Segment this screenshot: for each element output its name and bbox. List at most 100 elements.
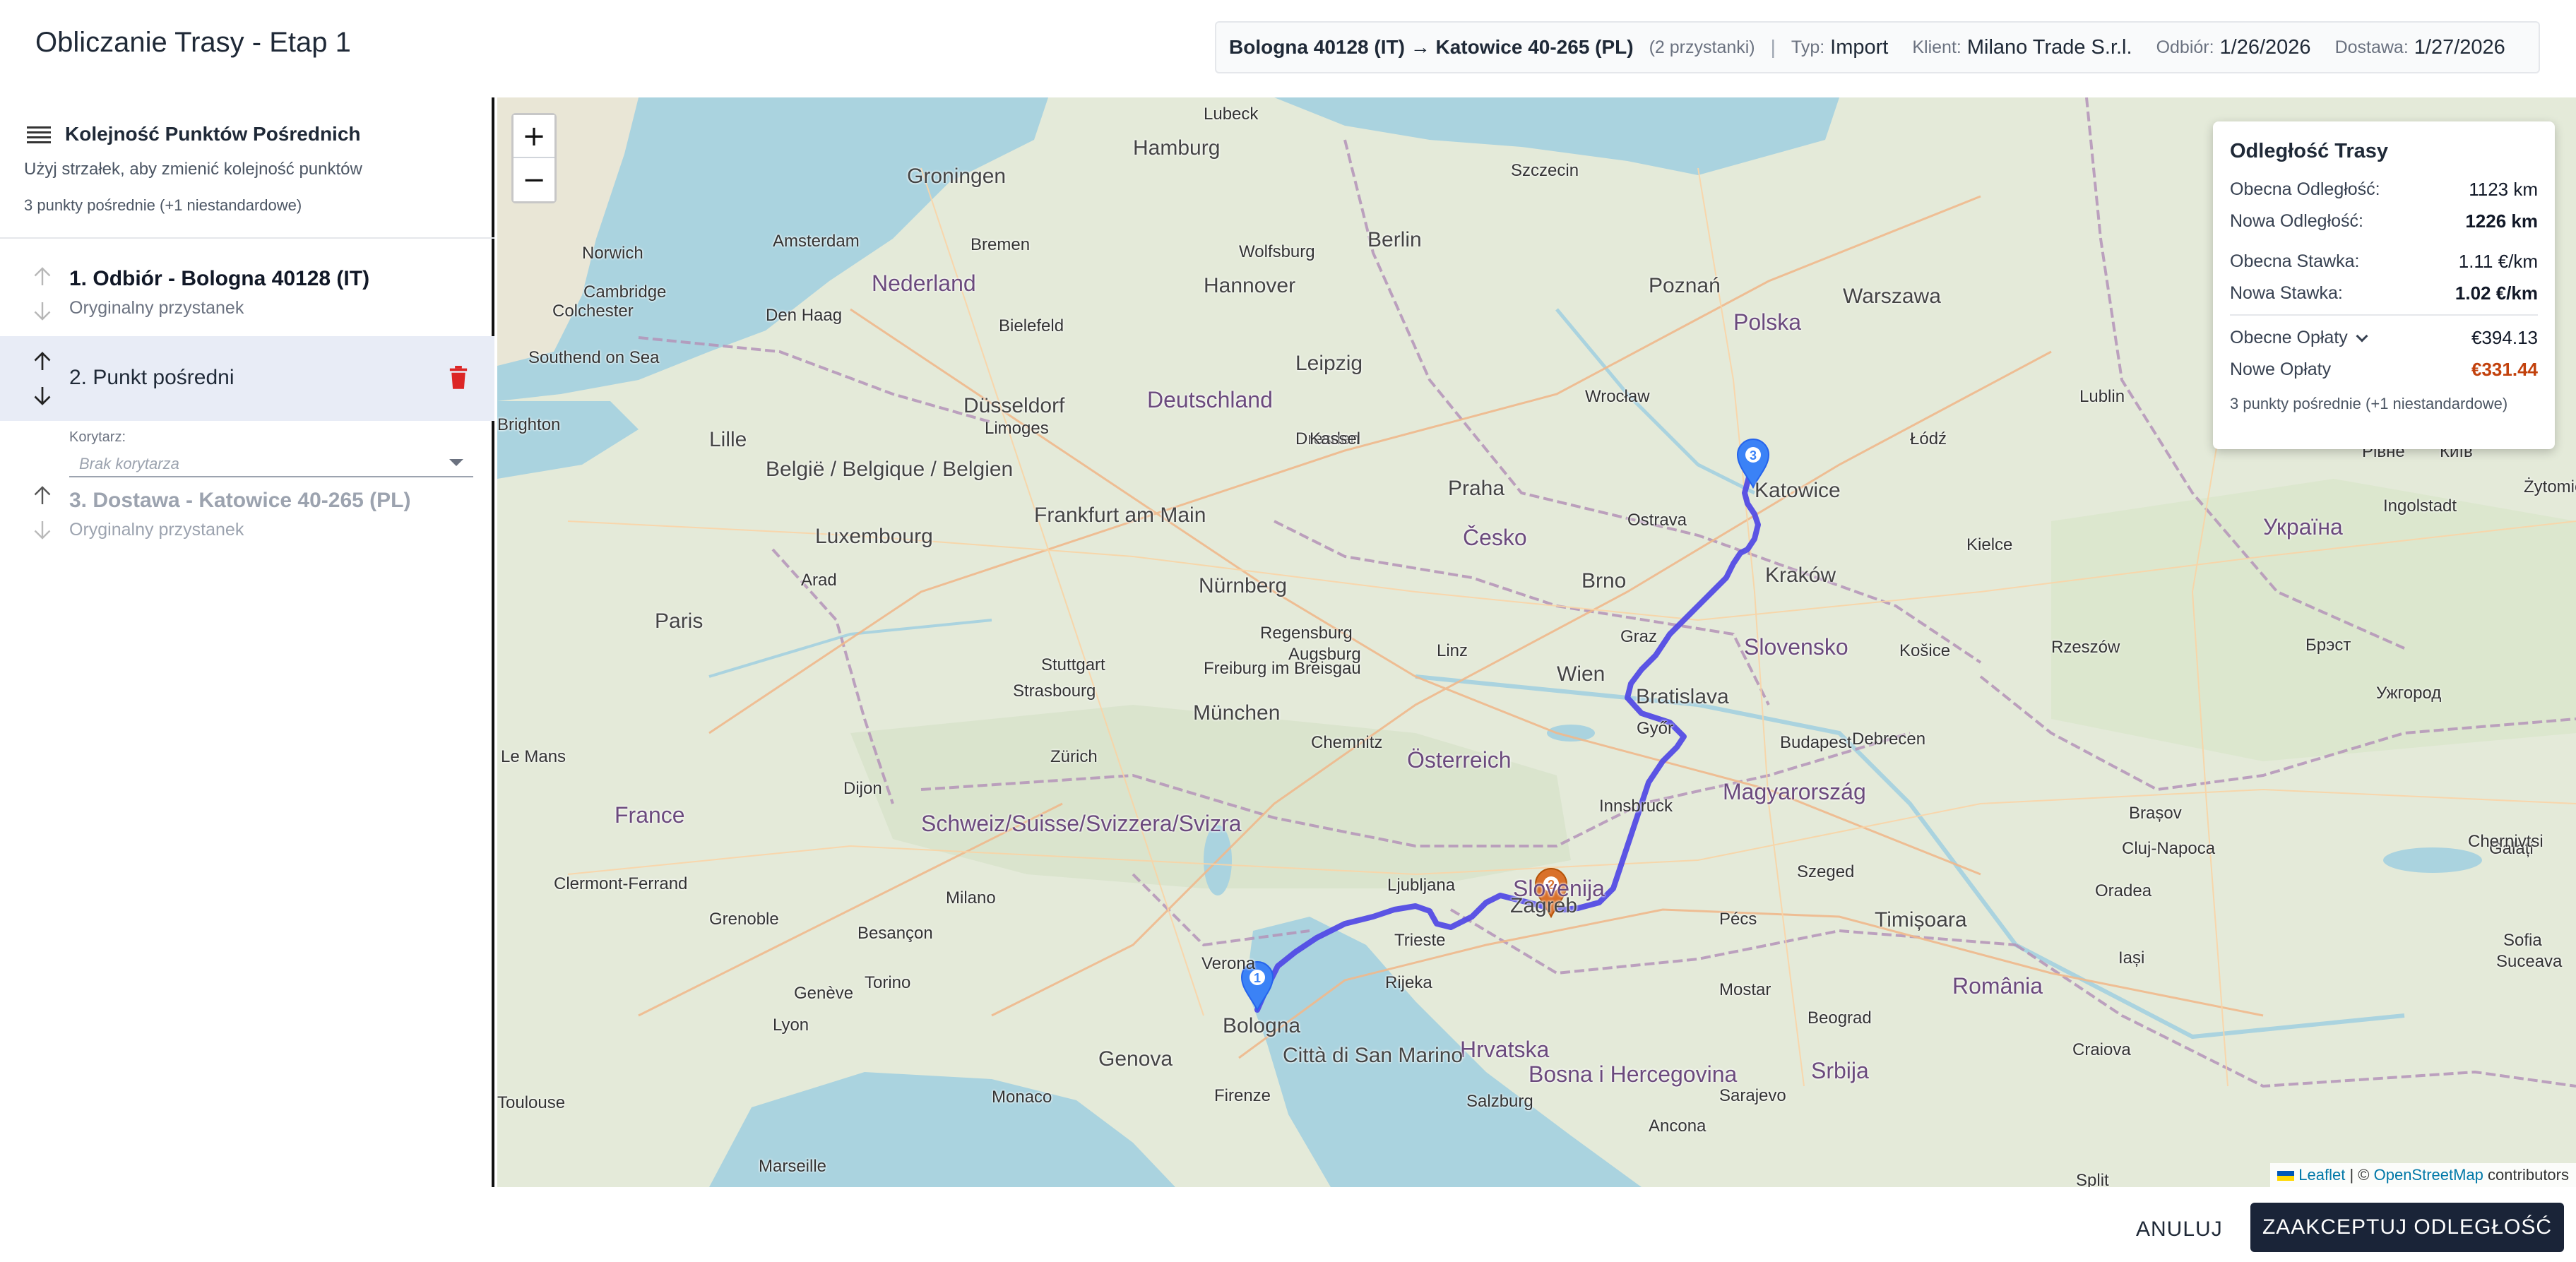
- map-place-label: Kielce: [1966, 535, 2013, 554]
- map-place-label: Timișoara: [1875, 908, 1967, 931]
- map-place-label: Berlin: [1367, 228, 1422, 251]
- move-up-button[interactable]: [30, 349, 55, 374]
- pickup-value: 1/26/2026: [2219, 35, 2311, 59]
- map-place-label: Żytomierz: [2524, 477, 2576, 496]
- zoom-out-button[interactable]: −: [514, 158, 554, 201]
- page-title: Obliczanie Trasy - Etap 1: [35, 27, 351, 58]
- map-place-label: Bosna i Hercegovina: [1529, 1061, 1738, 1087]
- zoom-in-button[interactable]: +: [514, 115, 554, 158]
- chevron-down-icon: [2356, 330, 2368, 343]
- map-place-label: Ostrava: [1627, 511, 1687, 530]
- move-up-button[interactable]: [30, 264, 55, 290]
- sidebar-header: Kolejność Punktów Pośrednich Użyj strzał…: [24, 123, 479, 215]
- map-place-label: Bremen: [971, 235, 1031, 254]
- map-place-label: Trieste: [1394, 931, 1446, 950]
- waypoint-item-3: 3. Dostawa - Katowice 40-265 (PL) Orygin…: [0, 458, 494, 552]
- waypoint-item-2[interactable]: 2. Punkt pośredni: [0, 336, 494, 421]
- waypoint-subtitle: Oryginalny przystanek: [69, 298, 244, 318]
- map-place-label: Split: [2076, 1171, 2109, 1187]
- map-place-label: München: [1193, 701, 1281, 725]
- map-place-label: Warszawa: [1843, 285, 1941, 308]
- map-place-label: Toulouse: [497, 1093, 566, 1112]
- arrow-down-icon: [34, 387, 51, 405]
- map-place-label: Dijon: [843, 779, 882, 798]
- move-down-button[interactable]: [30, 383, 55, 408]
- map-place-label: Brașov: [2129, 804, 2182, 823]
- new-distance-row: Nowa Odległość: 1226 km: [2230, 210, 2538, 232]
- map-place-label: Innsbruck: [1599, 797, 1673, 816]
- map-place-label: Clermont-Ferrand: [554, 874, 688, 893]
- current-rate-label: Obecna Stawka:: [2230, 251, 2360, 271]
- accept-distance-button[interactable]: ZAAKCEPTUJ ODLEGŁOŚĆ: [2250, 1203, 2564, 1252]
- osm-link[interactable]: OpenStreetMap: [2374, 1166, 2483, 1184]
- map-place-label: Southend on Sea: [528, 348, 660, 367]
- move-down-button[interactable]: [30, 298, 55, 323]
- new-rate-row: Nowa Stawka: 1.02 €/km: [2230, 282, 2538, 304]
- map-place-label: Nederland: [872, 270, 976, 296]
- map-place-label: Nürnberg: [1199, 574, 1288, 597]
- map-place-label: Srbija: [1811, 1058, 1869, 1083]
- waypoint-name: 1. Odbiór - Bologna 40128 (IT): [69, 267, 370, 290]
- map-place-label: Den Haag: [766, 306, 843, 325]
- map-place-label: Genova: [1098, 1047, 1173, 1071]
- move-up-button[interactable]: [30, 483, 55, 508]
- map-place-label: Milano: [946, 888, 996, 907]
- attribution-separator: | ©: [2349, 1166, 2370, 1184]
- panel-title: Odległość Trasy: [2230, 140, 2389, 162]
- move-down-button[interactable]: [30, 517, 55, 542]
- waypoint-subtitle: Oryginalny przystanek: [69, 520, 244, 540]
- cancel-button[interactable]: ANULUJ: [2136, 1211, 2223, 1248]
- map-place-label: Slovensko: [1744, 634, 1848, 660]
- delivery-label: Dostawa:: [2334, 37, 2409, 57]
- map-place-label: Le Mans: [501, 747, 566, 766]
- current-fees-toggle[interactable]: Obecne Opłaty: [2230, 328, 2368, 348]
- delete-waypoint-button[interactable]: [448, 366, 469, 390]
- route-map[interactable]: 1 2 3 Lubeck Hamburg Groningen Bremen Amster…: [497, 97, 2576, 1187]
- map-place-label: Praha: [1448, 477, 1505, 500]
- map-place-label: Lille: [709, 428, 747, 451]
- current-distance-row: Obecna Odległość: 1123 km: [2230, 179, 2538, 201]
- route-summary: Bologna 40128 (IT) → Katowice 40-265 (PL…: [1215, 21, 2540, 73]
- map-place-label: Polska: [1733, 309, 1802, 335]
- map-place-label: Schweiz/Suisse/Svizzera/Svizra: [921, 811, 1242, 836]
- stops-count: (2 przystanki): [1649, 37, 1755, 57]
- map-place-label: Grenoble: [709, 910, 779, 929]
- arrow-up-icon: [34, 267, 51, 285]
- map-place-label: Győr: [1637, 719, 1674, 738]
- map-place-label: Brno: [1581, 569, 1627, 593]
- list-icon: [27, 125, 51, 143]
- map-place-label: Pécs: [1719, 910, 1757, 929]
- current-rate-row: Obecna Stawka: 1.11 €/km: [2230, 251, 2538, 273]
- client-label: Klient:: [1912, 37, 1961, 57]
- map-place-label: Україна: [2263, 514, 2343, 540]
- map-place-label: Iași: [2118, 948, 2145, 968]
- map-place-label: Wolfsburg: [1239, 242, 1315, 261]
- current-distance-value: 1123 km: [2469, 179, 2538, 200]
- map-place-label: Zürich: [1050, 747, 1098, 766]
- map-place-label: Salzburg: [1466, 1092, 1533, 1111]
- map-place-label: Graz: [1620, 627, 1658, 646]
- map-place-label: Lubeck: [1204, 105, 1259, 124]
- map-place-label: Besançon: [857, 924, 933, 943]
- map-place-label: Frankfurt am Main: [1034, 504, 1206, 527]
- map-place-label: Брэст: [2305, 636, 2351, 655]
- map-place-label: Mostar: [1719, 980, 1771, 999]
- zoom-control: + −: [511, 113, 557, 203]
- map-place-label: Sarajevo: [1719, 1086, 1786, 1105]
- current-fees-row[interactable]: Obecne Opłaty €394.13: [2230, 327, 2538, 349]
- dialog-header: Obliczanie Trasy - Etap 1 Bologna 40128 …: [0, 0, 2576, 97]
- map-place-label: Oradea: [2095, 881, 2152, 900]
- dialog-footer: ANULUJ ZAAKCEPTUJ ODLEGŁOŚĆ: [0, 1187, 2576, 1262]
- map-place-label: Düsseldorf: [963, 394, 1065, 417]
- current-fees-value: €394.13: [2471, 327, 2538, 348]
- map-place-label: Hamburg: [1133, 136, 1221, 160]
- route-distance-panel: Odległość Trasy Obecna Odległość: 1123 k…: [2213, 121, 2555, 449]
- leaflet-link[interactable]: Leaflet: [2298, 1166, 2345, 1184]
- map-place-label: Rijeka: [1385, 973, 1432, 992]
- map-place-label: Groningen: [907, 165, 1007, 188]
- arrow-up-icon: [34, 352, 51, 370]
- map-place-label: Città di San Marino: [1283, 1044, 1464, 1067]
- map-place-label: Arad: [801, 571, 837, 590]
- map-place-label: Szeged: [1797, 862, 1855, 881]
- map-place-label: Wien: [1557, 662, 1605, 686]
